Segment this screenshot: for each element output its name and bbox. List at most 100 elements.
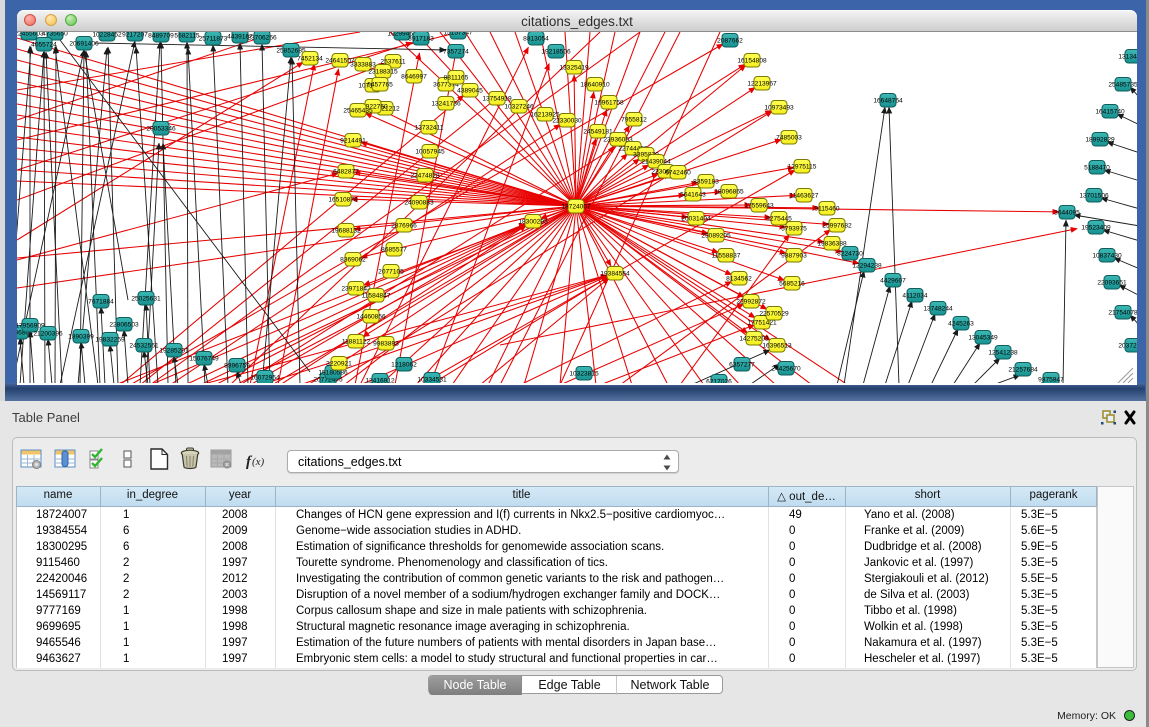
svg-text:7955812: 7955812 (621, 117, 647, 124)
svg-text:20053346: 20053346 (146, 126, 176, 133)
svg-text:22992872: 22992872 (736, 299, 766, 306)
svg-text:24425670: 24425670 (771, 366, 801, 373)
svg-text:6357277: 6357277 (729, 362, 755, 369)
svg-text:25711873: 25711873 (199, 36, 228, 43)
svg-text:9875847: 9875847 (1038, 377, 1064, 384)
svg-text:22455603: 22455603 (17, 32, 44, 38)
svg-text:20372723: 20372723 (1118, 343, 1137, 350)
svg-text:21257684: 21257684 (1008, 367, 1038, 374)
svg-text:24090883: 24090883 (404, 200, 434, 207)
svg-text:16072954: 16072954 (250, 375, 280, 382)
svg-text:21200396: 21200396 (33, 331, 63, 338)
svg-text:4429607: 4429607 (880, 278, 906, 285)
svg-text:12213967: 12213967 (747, 81, 777, 88)
svg-text:25852685: 25852685 (276, 48, 306, 55)
svg-text:15180586: 15180586 (318, 370, 348, 377)
svg-text:3917183: 3917183 (408, 36, 434, 43)
svg-text:25465435: 25465435 (343, 108, 373, 115)
svg-text:9887903: 9887903 (781, 253, 807, 260)
svg-text:10327246: 10327246 (504, 104, 534, 111)
svg-text:24549181: 24549181 (583, 129, 613, 136)
svg-text:8359183: 8359183 (693, 179, 719, 186)
svg-text:18640910: 18640910 (580, 82, 610, 89)
svg-text:12416912: 12416912 (365, 378, 395, 384)
svg-text:12294238: 12294238 (852, 263, 882, 270)
svg-text:9275445: 9275445 (766, 216, 792, 223)
svg-text:9214491: 9214491 (340, 138, 366, 145)
svg-text:3220921: 3220921 (326, 361, 352, 368)
svg-text:25485735: 25485735 (1108, 82, 1137, 89)
svg-text:4389045: 4389045 (457, 88, 483, 95)
svg-text:14275203: 14275203 (739, 336, 769, 343)
svg-text:5188470: 5188470 (1084, 165, 1110, 172)
svg-text:3333883: 3333883 (350, 62, 376, 69)
svg-text:22806503: 22806503 (109, 322, 139, 329)
svg-text:8224730: 8224730 (837, 251, 863, 258)
svg-text:2087662: 2087662 (717, 38, 743, 45)
svg-text:(x): (x) (252, 456, 265, 468)
svg-text:24532561: 24532561 (129, 343, 159, 350)
svg-text:18724007: 18724007 (561, 204, 591, 211)
svg-text:13748244: 13748244 (923, 306, 953, 313)
svg-text:6742460: 6742460 (665, 170, 691, 177)
svg-text:25025631: 25025631 (131, 296, 161, 303)
svg-text:17559643: 17559643 (744, 203, 774, 210)
svg-text:19285201: 19285201 (159, 348, 189, 355)
svg-text:16396513: 16396513 (762, 343, 792, 350)
svg-text:21754078: 21754078 (1108, 310, 1137, 317)
svg-text:20031404: 20031404 (681, 216, 711, 223)
svg-text:14460856: 14460856 (356, 314, 386, 321)
svg-text:8489709: 8489709 (148, 33, 174, 40)
svg-text:15157347: 15157347 (443, 32, 473, 37)
svg-text:12541238: 12541238 (988, 350, 1018, 357)
svg-text:7452134: 7452134 (297, 56, 323, 63)
svg-text:22474828: 22474828 (410, 173, 440, 180)
svg-text:8811165: 8811165 (444, 75, 469, 82)
svg-text:12975115: 12975115 (788, 164, 817, 171)
svg-text:8134562: 8134562 (726, 276, 752, 283)
svg-text:16648764: 16648764 (873, 98, 903, 105)
svg-text:25997682: 25997682 (822, 223, 852, 230)
svg-text:13701506: 13701506 (1079, 193, 1109, 200)
svg-text:10057945: 10057945 (415, 149, 445, 156)
svg-text:11584847: 11584847 (362, 293, 391, 300)
svg-text:17751421: 17751421 (747, 320, 777, 327)
svg-text:4735650: 4735650 (42, 32, 68, 38)
svg-text:2876966: 2876966 (391, 223, 417, 230)
svg-text:13754919: 13754919 (482, 96, 512, 103)
svg-text:23188315: 23188315 (368, 69, 398, 76)
svg-text:6217026: 6217026 (706, 379, 732, 384)
svg-text:13241736: 13241736 (431, 101, 461, 108)
svg-text:8369062: 8369062 (340, 257, 366, 264)
svg-text:18096865: 18096865 (714, 189, 744, 196)
svg-text:25089205: 25089205 (701, 233, 731, 240)
svg-text:11558837: 11558837 (712, 253, 741, 260)
svg-text:22093651: 22093651 (1097, 280, 1127, 287)
svg-text:6482877: 6482877 (333, 169, 359, 176)
svg-text:7357274: 7357274 (443, 49, 469, 56)
svg-text:4055724: 4055724 (31, 42, 57, 49)
svg-text:16961758: 16961758 (594, 100, 624, 107)
svg-text:16415740: 16415740 (1095, 109, 1125, 116)
svg-text:6457765: 6457765 (367, 82, 393, 89)
svg-text:8813054: 8813054 (523, 36, 549, 43)
svg-text:11881122: 11881122 (342, 339, 371, 346)
svg-text:4112034: 4112034 (902, 293, 928, 300)
svg-text:5682115: 5682115 (174, 33, 200, 40)
svg-text:2077105: 2077105 (378, 269, 404, 276)
svg-text:13732411: 13732411 (415, 125, 444, 132)
svg-text:9983893: 9983893 (373, 341, 399, 348)
svg-text:13045349: 13045349 (968, 335, 998, 342)
svg-text:1890399: 1890399 (68, 334, 94, 341)
svg-text:10837430: 10837430 (1092, 253, 1122, 260)
svg-text:8646997: 8646997 (401, 74, 427, 81)
svg-text:1218062: 1218062 (391, 362, 417, 369)
svg-text:10228452: 10228452 (92, 32, 122, 39)
svg-text:19832259: 19832259 (95, 337, 125, 344)
svg-text:22570529: 22570529 (759, 311, 789, 318)
svg-text:5641643: 5641643 (680, 192, 706, 199)
svg-text:19836388: 19836388 (817, 241, 847, 248)
svg-text:10334531: 10334531 (417, 377, 447, 384)
svg-text:13325419: 13325419 (559, 65, 589, 72)
svg-text:19218506: 19218506 (541, 49, 571, 56)
